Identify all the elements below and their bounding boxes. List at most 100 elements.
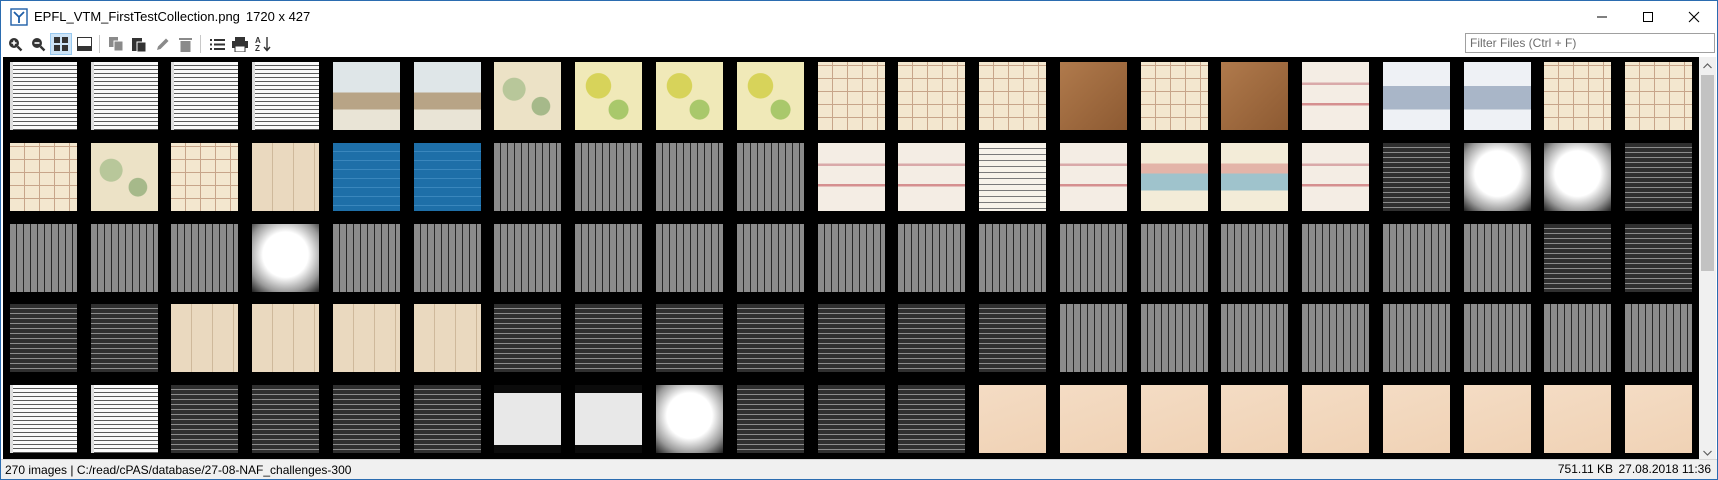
thumbnail-elevation-blue[interactable] [1383, 62, 1450, 130]
thumbnail-map-yellow[interactable] [737, 62, 804, 130]
thumbnail-text[interactable] [10, 385, 77, 453]
thumbnail-paper[interactable] [333, 304, 400, 372]
thumbnail-plan[interactable] [1625, 62, 1692, 130]
thumbnail-bright-text[interactable] [252, 224, 319, 292]
thumbnail-elevation[interactable] [1302, 143, 1369, 211]
thumbnail-gray-table[interactable] [1625, 304, 1692, 372]
thumbnail-card[interactable] [494, 385, 561, 453]
thumbnail-plan[interactable] [898, 62, 965, 130]
thumbnail-blueprint[interactable] [333, 143, 400, 211]
thumbnail-gray-table[interactable] [1060, 224, 1127, 292]
paste-button[interactable] [128, 33, 150, 55]
thumbnail-dark-text[interactable] [1625, 143, 1692, 211]
thumbnail-gray-table[interactable] [1060, 304, 1127, 372]
thumbnail-paper[interactable] [171, 304, 238, 372]
thumbnail-sketch[interactable] [979, 385, 1046, 453]
thumbnail-dark-text[interactable] [171, 385, 238, 453]
thumbnail-gray-table[interactable] [979, 224, 1046, 292]
thumbnail-dark-text[interactable] [414, 385, 481, 453]
thumbnail-map-yellow[interactable] [656, 62, 723, 130]
thumbnail-gray-table[interactable] [1544, 304, 1611, 372]
thumbnail-plan[interactable] [979, 62, 1046, 130]
thumbnail-dark-text[interactable] [656, 304, 723, 372]
thumbnail-gray-table[interactable] [1383, 304, 1450, 372]
thumbnail-sketch[interactable] [1221, 385, 1288, 453]
thumbnail-bright-text[interactable] [1464, 143, 1531, 211]
scrollbar-thumb[interactable] [1701, 75, 1714, 271]
thumbnail-dark-text[interactable] [737, 304, 804, 372]
zoom-out-button[interactable] [27, 33, 49, 55]
thumbnail-gray-table[interactable] [656, 143, 723, 211]
thumbnail-plan[interactable] [171, 143, 238, 211]
thumbnail-gray-table[interactable] [1141, 304, 1208, 372]
thumbnail-paper[interactable] [414, 304, 481, 372]
thumbnail-gray-table[interactable] [494, 224, 561, 292]
thumbnail-dark-text[interactable] [10, 304, 77, 372]
thumbnail-map-yellow[interactable] [575, 62, 642, 130]
maximize-button[interactable] [1625, 1, 1671, 32]
thumbnail-gray-table[interactable] [818, 224, 885, 292]
thumbnail-elevation-blue[interactable] [1464, 62, 1531, 130]
title-bar[interactable]: EPFL_VTM_FirstTestCollection.png 1720 x … [1, 1, 1717, 32]
thumbnail-brown[interactable] [1060, 62, 1127, 130]
filter-files-input[interactable] [1465, 33, 1715, 53]
minimize-button[interactable] [1579, 1, 1625, 32]
zoom-in-button[interactable] [4, 33, 26, 55]
thumbnail-gray-table[interactable] [414, 224, 481, 292]
thumbnail-dark-text[interactable] [898, 304, 965, 372]
thumbnail-gray-table[interactable] [171, 224, 238, 292]
thumbnail-paper[interactable] [252, 143, 319, 211]
thumbnail-gray-table[interactable] [1302, 304, 1369, 372]
thumbnail-gray-table[interactable] [1464, 224, 1531, 292]
edit-button[interactable] [151, 33, 173, 55]
thumbnail-text[interactable] [10, 62, 77, 130]
thumbnail-gray-table[interactable] [656, 224, 723, 292]
close-button[interactable] [1671, 1, 1717, 32]
thumbnail-gray-table[interactable] [1221, 224, 1288, 292]
thumbnail-paper[interactable] [252, 304, 319, 372]
thumbnail-letter[interactable] [979, 143, 1046, 211]
thumbnail-plan[interactable] [818, 62, 885, 130]
list-view-button[interactable] [206, 33, 228, 55]
thumbnail-gray-table[interactable] [333, 224, 400, 292]
vertical-scrollbar[interactable] [1699, 57, 1716, 461]
thumbnail-dark-text[interactable] [737, 385, 804, 453]
thumbnail-elevation[interactable] [818, 143, 885, 211]
thumbnail-gray-table[interactable] [1221, 304, 1288, 372]
copy-button[interactable] [105, 33, 127, 55]
thumbnail-gray-table[interactable] [91, 224, 158, 292]
thumbnail-text[interactable] [91, 62, 158, 130]
thumbnail-plan[interactable] [1141, 62, 1208, 130]
thumbnail-elevation-colored[interactable] [1141, 143, 1208, 211]
thumbnail-text[interactable] [171, 62, 238, 130]
thumbnail-dark-text[interactable] [818, 385, 885, 453]
thumbnail-sketch[interactable] [1383, 385, 1450, 453]
thumbnail-gray-table[interactable] [494, 143, 561, 211]
thumbnail-bright-text[interactable] [656, 385, 723, 453]
thumbnail-gray-table[interactable] [737, 224, 804, 292]
thumbnail-dark-text[interactable] [252, 385, 319, 453]
thumbnail-dark-text[interactable] [1383, 143, 1450, 211]
thumbnail-brown[interactable] [1221, 62, 1288, 130]
thumbnail-dark-text[interactable] [575, 304, 642, 372]
thumbnail-gray-table[interactable] [575, 224, 642, 292]
grid-view-button[interactable] [50, 33, 72, 55]
thumbnail-dark-text[interactable] [1544, 224, 1611, 292]
thumbnail-blueprint[interactable] [414, 143, 481, 211]
thumbnail-dark-text[interactable] [494, 304, 561, 372]
thumbnail-gray-table[interactable] [1302, 224, 1369, 292]
thumbnail-sketch[interactable] [1060, 385, 1127, 453]
print-button[interactable] [229, 33, 251, 55]
sort-button[interactable]: AZ [252, 33, 274, 55]
thumbnail-gray-table[interactable] [575, 143, 642, 211]
thumbnail-gray-table[interactable] [10, 224, 77, 292]
delete-button[interactable] [174, 33, 196, 55]
thumbnail-sketch[interactable] [1544, 385, 1611, 453]
thumbnail-gray-table[interactable] [898, 224, 965, 292]
thumbnail-gray-table[interactable] [1383, 224, 1450, 292]
thumbnail-card[interactable] [575, 385, 642, 453]
thumbnail-plan[interactable] [1544, 62, 1611, 130]
thumbnail-plan[interactable] [10, 143, 77, 211]
thumbnail-building[interactable] [333, 62, 400, 130]
thumbnail-dark-text[interactable] [333, 385, 400, 453]
